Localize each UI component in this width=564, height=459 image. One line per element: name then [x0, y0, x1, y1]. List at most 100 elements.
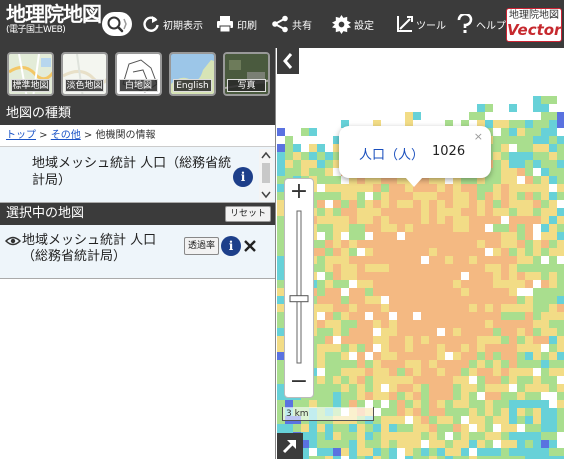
mesh-cell: [557, 296, 564, 304]
collapse-panel-button[interactable]: [277, 48, 299, 74]
selected-maps-header: 選択中の地図 リセット: [0, 203, 275, 225]
print-button[interactable]: 印刷: [216, 13, 257, 35]
basemap-blank[interactable]: 白地図: [115, 52, 162, 96]
mesh-cell: [541, 288, 549, 296]
mesh-cell: [429, 368, 437, 376]
mesh-cell: [517, 432, 525, 440]
mesh-cell: [405, 344, 413, 352]
mesh-cell: [517, 272, 525, 280]
mesh-cell: [429, 448, 437, 456]
mesh-cell: [397, 224, 405, 232]
eye-icon[interactable]: [5, 235, 21, 247]
mesh-cell: [525, 296, 533, 304]
vector-map-link[interactable]: 地理院地図 Vector: [506, 8, 562, 42]
mesh-cell: [485, 176, 493, 184]
mesh-cell: [549, 120, 557, 128]
basemap-photo[interactable]: 写真: [223, 52, 270, 96]
initial-view-button[interactable]: 初期表示: [142, 13, 203, 35]
mesh-cell: [405, 440, 413, 448]
mesh-cell: [445, 360, 453, 368]
gear-icon: [332, 14, 351, 34]
breadcrumb-current: 他機関の情報: [95, 130, 156, 141]
mesh-cell: [485, 264, 493, 272]
mesh-cell: [277, 128, 285, 136]
mesh-cell: [317, 384, 325, 392]
search-button[interactable]: [102, 12, 132, 36]
mesh-cell: [341, 376, 349, 384]
breadcrumb: トップ > その他 > 他機関の情報: [0, 125, 275, 147]
zoom-in-button[interactable]: +: [285, 181, 313, 205]
mesh-cell: [445, 184, 453, 192]
mesh-cell: [461, 328, 469, 336]
mesh-cell: [533, 408, 541, 416]
mesh-cell: [485, 392, 493, 400]
mesh-cell: [317, 160, 325, 168]
mesh-cell: [541, 320, 549, 328]
app-logo[interactable]: 地理院地図 (電子国土WEB): [6, 2, 102, 35]
mesh-cell: [325, 440, 333, 448]
settings-button[interactable]: 設定: [332, 13, 374, 35]
mesh-cell: [493, 352, 501, 360]
mesh-cell: [525, 168, 533, 176]
mesh-cell: [509, 296, 517, 304]
expand-button[interactable]: [277, 433, 303, 459]
opacity-button[interactable]: 透過率: [184, 237, 220, 255]
mesh-cell: [517, 120, 525, 128]
mesh-cell: [285, 136, 293, 144]
mesh-cell: [445, 336, 453, 344]
mesh-cell: [477, 296, 485, 304]
mesh-cell: [509, 376, 517, 384]
mesh-cell: [317, 192, 325, 200]
mesh-cell: [541, 168, 549, 176]
mesh-cell: [485, 312, 493, 320]
mesh-cell: [333, 424, 341, 432]
layer-info-button[interactable]: i: [221, 236, 241, 256]
share-button[interactable]: 共有: [271, 13, 312, 35]
mesh-cell: [349, 248, 357, 256]
mesh-cell: [317, 360, 325, 368]
mesh-cell: [365, 184, 373, 192]
mesh-cell: [389, 272, 397, 280]
mesh-cell: [557, 360, 564, 368]
logo-title: 地理院地図: [6, 2, 102, 26]
list-scrollbar[interactable]: [259, 149, 273, 201]
close-icon[interactable]: [244, 240, 256, 252]
mesh-cell: [453, 232, 461, 240]
breadcrumb-other-link[interactable]: その他: [51, 130, 81, 141]
mesh-cell: [525, 128, 533, 136]
map-type-item-population-mesh[interactable]: 地域メッシュ統計 人口（総務省統計局）: [32, 155, 232, 189]
mesh-cell: [501, 200, 509, 208]
zoom-control: + −: [284, 178, 314, 398]
mesh-cell: [461, 320, 469, 328]
reset-button[interactable]: リセット: [224, 206, 271, 222]
info-button[interactable]: i: [233, 167, 253, 187]
tools-button[interactable]: ツール: [395, 13, 446, 35]
basemap-standard[interactable]: 標準地図: [7, 52, 54, 96]
mesh-cell: [477, 200, 485, 208]
basemap-english[interactable]: English: [169, 52, 216, 96]
mesh-cell: [541, 248, 549, 256]
mesh-cell: [525, 304, 533, 312]
popup-close-button[interactable]: ×: [474, 130, 483, 143]
mesh-cell: [357, 328, 365, 336]
zoom-slider[interactable]: [285, 207, 313, 367]
mesh-cell: [525, 328, 533, 336]
mesh-cell: [373, 216, 381, 224]
mesh-cell: [325, 272, 333, 280]
mesh-cell: [509, 176, 517, 184]
mesh-cell: [501, 368, 509, 376]
mesh-cell: [445, 288, 453, 296]
zoom-out-button[interactable]: −: [285, 371, 313, 395]
breadcrumb-top-link[interactable]: トップ: [6, 130, 36, 141]
mesh-cell: [421, 392, 429, 400]
basemap-pale[interactable]: 淡色地図: [61, 52, 108, 96]
mesh-cell: [333, 296, 341, 304]
mesh-cell: [533, 384, 541, 392]
mesh-cell: [325, 320, 333, 328]
mesh-cell: [557, 176, 564, 184]
mesh-cell: [349, 440, 357, 448]
help-button[interactable]: ヘルプ: [457, 13, 506, 35]
map-canvas[interactable]: [277, 48, 564, 459]
mesh-cell: [453, 432, 461, 440]
mesh-cell: [405, 280, 413, 288]
